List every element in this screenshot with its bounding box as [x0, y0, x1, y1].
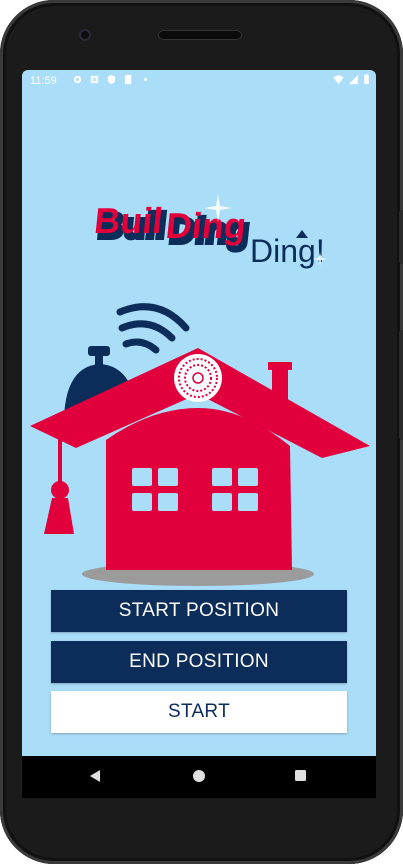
school-bell-illustration [30, 303, 370, 586]
phone-frame: 11:59 Buil Buil Ding Ding Ding! START PO… [0, 0, 403, 864]
status-icons-right [333, 74, 370, 85]
status-bar: 11:59 [22, 70, 376, 92]
status-time: 11:59 [30, 75, 57, 87]
back-icon[interactable] [88, 769, 102, 783]
notification-icon [90, 75, 99, 84]
end-position-button[interactable]: END POSITION [51, 641, 347, 683]
rosette-window-icon [174, 354, 222, 402]
volume-button [399, 210, 403, 264]
earpiece-speaker [158, 30, 242, 40]
front-camera [79, 29, 91, 41]
logo-text-ding: Ding [164, 205, 248, 246]
logo-text-ding-two: Ding! [250, 233, 325, 269]
app-logo: Buil Buil Ding Ding Ding! [92, 194, 327, 269]
dot-icon [144, 78, 147, 81]
logo-text-buil: Buil [92, 200, 164, 241]
settings-icon [73, 75, 82, 84]
recent-apps-icon[interactable] [294, 769, 307, 782]
tassel-icon [44, 438, 74, 534]
home-icon[interactable] [192, 769, 206, 783]
bell-signal-icon [116, 303, 190, 354]
navigation-bar [22, 756, 376, 798]
power-button [399, 330, 403, 440]
battery-icon [364, 74, 369, 85]
chimney-top [268, 362, 292, 370]
signal-icon [348, 74, 359, 85]
sd-card-icon [124, 74, 132, 85]
wifi-icon [333, 75, 344, 85]
start-position-button[interactable]: START POSITION [51, 590, 347, 632]
status-icons-left [72, 74, 151, 85]
start-button[interactable]: START [51, 691, 347, 733]
shield-icon [107, 74, 116, 85]
app-screen: 11:59 Buil Buil Ding Ding Ding! START PO… [22, 70, 376, 756]
